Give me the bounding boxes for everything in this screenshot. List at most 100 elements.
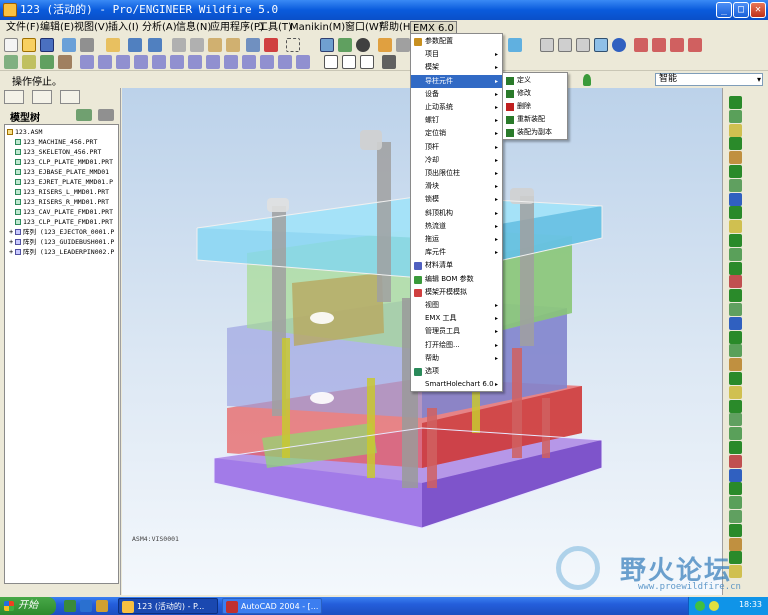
mold-icon-3[interactable] bbox=[116, 55, 130, 69]
feature-tool-icon[interactable] bbox=[729, 316, 742, 330]
spin-center-icon[interactable] bbox=[338, 38, 352, 52]
mold-icon-2[interactable] bbox=[98, 55, 112, 69]
feature-tool-icon[interactable] bbox=[729, 330, 742, 344]
feature-tool-icon[interactable] bbox=[729, 137, 742, 151]
tree-settings-icon[interactable] bbox=[76, 109, 92, 121]
mold-icon-6[interactable] bbox=[170, 55, 184, 69]
emx-menu-item[interactable]: 冷却 ▸ bbox=[411, 154, 502, 167]
window-icon[interactable] bbox=[324, 55, 338, 69]
light-icon[interactable] bbox=[378, 38, 392, 52]
open-folder-icon[interactable] bbox=[22, 38, 36, 52]
no-hidden-icon[interactable] bbox=[576, 38, 590, 52]
start-button[interactable]: 开始 bbox=[0, 597, 56, 615]
feature-tool-icon[interactable] bbox=[729, 178, 742, 192]
mold-icon-1[interactable] bbox=[80, 55, 94, 69]
feature-tool-icon[interactable] bbox=[729, 206, 742, 220]
tree-item[interactable]: 123_CAV_PLATE_FMD01.PRT bbox=[15, 207, 113, 217]
layer-icon[interactable] bbox=[4, 55, 18, 69]
emx-menu-item[interactable]: 库元件 ▸ bbox=[411, 246, 502, 259]
feature-tool-icon[interactable] bbox=[729, 303, 742, 316]
submenu-item[interactable]: 定义 bbox=[503, 74, 567, 87]
shade-edges-icon[interactable] bbox=[612, 38, 626, 52]
mold-icon-11[interactable] bbox=[260, 55, 274, 69]
quicklaunch-ie-icon[interactable] bbox=[80, 600, 92, 612]
tree-item[interactable]: + 阵列 (123_EJECTOR_0001.P bbox=[9, 227, 114, 237]
selection-filter[interactable]: 智能 ▾ bbox=[655, 73, 763, 86]
emx-menu-item[interactable]: 锁模 ▸ bbox=[411, 193, 502, 206]
tree-columns-icon[interactable] bbox=[98, 109, 114, 121]
emx-menu-item[interactable]: 打开绘图... ▸ bbox=[411, 339, 502, 352]
emx-menu-item[interactable]: 设备 ▸ bbox=[411, 88, 502, 101]
whats-this-icon[interactable] bbox=[382, 55, 396, 69]
paste-special-icon[interactable] bbox=[226, 38, 240, 52]
mold-icon-5[interactable] bbox=[152, 55, 166, 69]
tree-item[interactable]: 123_SKELETON_456.PRT bbox=[15, 147, 101, 157]
submenu-item[interactable]: 装配为副本 bbox=[503, 126, 567, 139]
save-icon[interactable] bbox=[40, 38, 54, 52]
model-tree[interactable]: 123.ASM 123_MACHINE_456.PRT 123_SKELETON_4… bbox=[4, 124, 119, 584]
emx-menu-item[interactable]: 选项 bbox=[411, 365, 502, 378]
datum-icon[interactable] bbox=[508, 38, 522, 52]
emx-menu-item[interactable]: 止动系统 ▸ bbox=[411, 101, 502, 114]
emx-menu-item[interactable]: 视图 ▸ bbox=[411, 299, 502, 312]
delete-icon[interactable] bbox=[246, 38, 260, 52]
feature-tool-icon[interactable] bbox=[729, 454, 742, 468]
feature-tool-icon[interactable] bbox=[729, 151, 742, 165]
menu-edit[interactable]: 编辑(E) bbox=[38, 21, 76, 34]
emx-menu-item[interactable]: 项目 ▸ bbox=[411, 48, 502, 61]
menu-view[interactable]: 视图(V) bbox=[72, 21, 111, 34]
menu-insert[interactable]: 插入(I) bbox=[106, 21, 141, 34]
paste-icon[interactable] bbox=[208, 38, 222, 52]
emx-menu-item[interactable]: 斜顶机构 ▸ bbox=[411, 207, 502, 220]
network-icon[interactable] bbox=[695, 601, 705, 611]
feature-tool-icon[interactable] bbox=[729, 165, 742, 178]
emx-menu-item[interactable]: 模架 ▸ bbox=[411, 61, 502, 74]
tab-favorites[interactable] bbox=[60, 90, 80, 104]
select-icon[interactable] bbox=[264, 38, 278, 52]
datum-point-icon[interactable] bbox=[670, 38, 684, 52]
print-icon[interactable] bbox=[80, 38, 94, 52]
box-select-icon[interactable] bbox=[286, 38, 300, 52]
tab-folder-browser[interactable] bbox=[32, 90, 52, 104]
mold-icon-10[interactable] bbox=[242, 55, 256, 69]
feature-tool-icon[interactable] bbox=[729, 496, 742, 510]
emx-menu-item[interactable]: 帮助 ▸ bbox=[411, 352, 502, 365]
emx-menu-item[interactable]: 材料清单 bbox=[411, 259, 502, 272]
redo-icon[interactable] bbox=[148, 38, 162, 52]
feature-tool-icon[interactable] bbox=[729, 427, 742, 441]
menu-manikin[interactable]: Manikin(M) bbox=[288, 21, 347, 34]
new-file-icon[interactable] bbox=[4, 38, 18, 52]
activate-window-icon[interactable] bbox=[342, 55, 356, 69]
tree-item[interactable]: 123.ASM bbox=[7, 127, 42, 137]
menu-file[interactable]: 文件(F) bbox=[4, 21, 42, 34]
emx-menu-item[interactable]: 定位销 ▸ bbox=[411, 127, 502, 140]
submenu-item[interactable]: 修改 bbox=[503, 87, 567, 100]
emx-menu-item[interactable]: SmartHolechart 6.0 ▸ bbox=[411, 378, 502, 391]
feature-tool-icon[interactable] bbox=[729, 441, 742, 454]
feature-tool-icon[interactable] bbox=[729, 482, 742, 496]
tree-item[interactable]: 123_CLP_PLATE_MMD01.PRT bbox=[15, 157, 113, 167]
orient-icon[interactable] bbox=[320, 38, 334, 52]
hidden-line-icon[interactable] bbox=[558, 38, 572, 52]
feature-tool-icon[interactable] bbox=[729, 261, 742, 275]
datum-plane-icon[interactable] bbox=[634, 38, 648, 52]
submenu-item[interactable]: 删除 bbox=[503, 100, 567, 113]
display-style-icon[interactable] bbox=[356, 38, 370, 52]
quicklaunch-desktop-icon[interactable] bbox=[64, 600, 76, 612]
tree-item[interactable]: 123_CLP_PLATE_FMD01.PRT bbox=[15, 217, 113, 227]
feature-tool-icon[interactable] bbox=[729, 220, 742, 234]
feature-tool-icon[interactable] bbox=[729, 468, 742, 482]
tree-item[interactable]: 123_EJBASE_PLATE_MMD01 bbox=[15, 167, 109, 177]
undo-icon[interactable] bbox=[128, 38, 142, 52]
emx-menu-item[interactable]: 热流道 ▸ bbox=[411, 220, 502, 233]
feature-tool-icon[interactable] bbox=[729, 234, 742, 247]
task-proe[interactable]: 123 (活动的) - P... bbox=[118, 598, 218, 614]
feature-tool-icon[interactable] bbox=[729, 385, 742, 399]
datum-axis-icon[interactable] bbox=[652, 38, 666, 52]
quicklaunch-folder-icon[interactable] bbox=[96, 600, 108, 612]
minimize-button[interactable]: _ bbox=[716, 2, 732, 18]
tree-item[interactable]: 123_RISERS_R_MMD01.PRT bbox=[15, 197, 109, 207]
feature-tool-icon[interactable] bbox=[729, 344, 742, 358]
emx-menu-item[interactable]: 管理员工具 ▸ bbox=[411, 325, 502, 338]
tree-item[interactable]: 123_MACHINE_456.PRT bbox=[15, 137, 97, 147]
